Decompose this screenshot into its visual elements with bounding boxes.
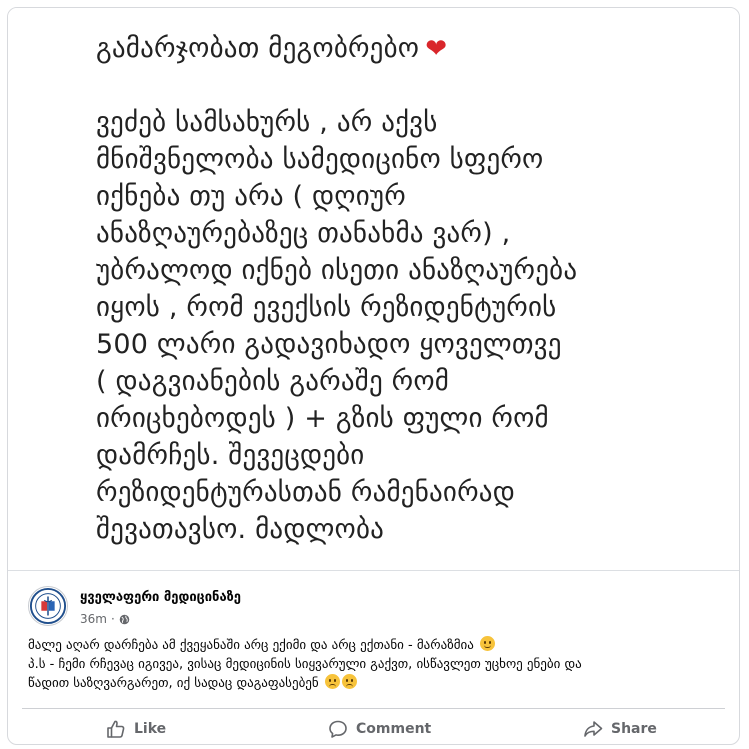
page-avatar[interactable] [28,586,68,626]
image-handwritten-text: გამარჯობათ მეგობრებო ❤ ვეძებ სამსახურს , … [96,30,716,548]
image-line: რეზიდენტურასთან რამენაირად [96,477,515,508]
caption-text: მალე აღარ დარჩება ამ ქვეყანაში არც ექიმი… [28,638,474,653]
share-button[interactable]: Share [583,716,657,742]
post-card: გამარჯობათ მეგობრებო ❤ ვეძებ სამსახურს , … [7,7,740,745]
image-line: ვეძებ სამსახურს , არ აქვს [96,107,438,138]
post-meta: 36m · [80,612,130,626]
speech-bubble-icon [329,720,347,738]
image-line: იქნება თუ არა ( დღიურ [96,181,406,212]
image-line: ირიცხებოდეს ) + გზის ფული რომ [96,403,549,434]
like-label: Like [134,721,167,737]
sad-face-icon [341,674,357,689]
like-button[interactable]: Like [106,716,166,742]
divider [22,708,725,709]
image-line: ანაზღაურებაზეც თანახმა ვარ) , [96,218,511,249]
caption-text: წადით საზღვარგარეთ, იქ სადაც დაგაფასებენ [28,676,319,691]
comment-label: Comment [356,721,432,737]
meta-separator: · [110,612,115,626]
image-line: გამარჯობათ მეგობრებო ❤ [96,30,716,67]
image-line: იყოს , რომ ევექსის რეზიდენტურის [96,292,557,323]
post-image[interactable]: გამარჯობათ მეგობრებო ❤ ვეძებ სამსახურს , … [8,8,739,570]
divider [8,570,739,571]
globe-icon [119,614,130,624]
caption-line: პ.ს - ჩემი რჩევაც იგივეა, ვისაც მედიცინი… [28,657,582,672]
thumbs-up-icon [107,720,125,738]
sad-face-icon [324,674,340,689]
image-line: 500 ლარი გადავიხადო ყოველთვე [96,329,562,360]
post-time[interactable]: 36m [80,612,107,626]
image-line: უბრალოდ იქნებ ისეთი ანაზღაურება [96,255,578,286]
medical-logo-icon [29,587,67,625]
share-arrow-icon [584,721,603,737]
share-label: Share [611,721,657,737]
caption-line: მალე აღარ დარჩება ამ ქვეყანაში არც ექიმი… [28,636,728,655]
image-greeting: გამარჯობათ მეგობრებო [96,33,420,64]
page-name[interactable]: ყველაფერი მედიცინაზე [80,590,241,605]
post-header: ყველაფერი მედიცინაზე 36m · [28,584,628,630]
image-line: დამრჩეს. შევეცდები [96,440,365,471]
caption-line: წადით საზღვარგარეთ, იქ სადაც დაგაფასებენ [28,674,728,693]
image-blank-line [96,67,716,104]
image-line: ( დაგვიანების გარაშე რომ [96,366,450,397]
red-heart-icon: ❤ [425,34,448,64]
image-line: შევათავსო. მადლობა [96,514,385,545]
smiling-face-icon [479,636,495,651]
image-line: მნიშვნელობა სამედიცინო სფერო [96,144,544,175]
action-bar: Like Comment Share [8,712,739,744]
post-caption: მალე აღარ დარჩება ამ ქვეყანაში არც ექიმი… [28,636,728,693]
comment-button[interactable]: Comment [328,716,431,742]
